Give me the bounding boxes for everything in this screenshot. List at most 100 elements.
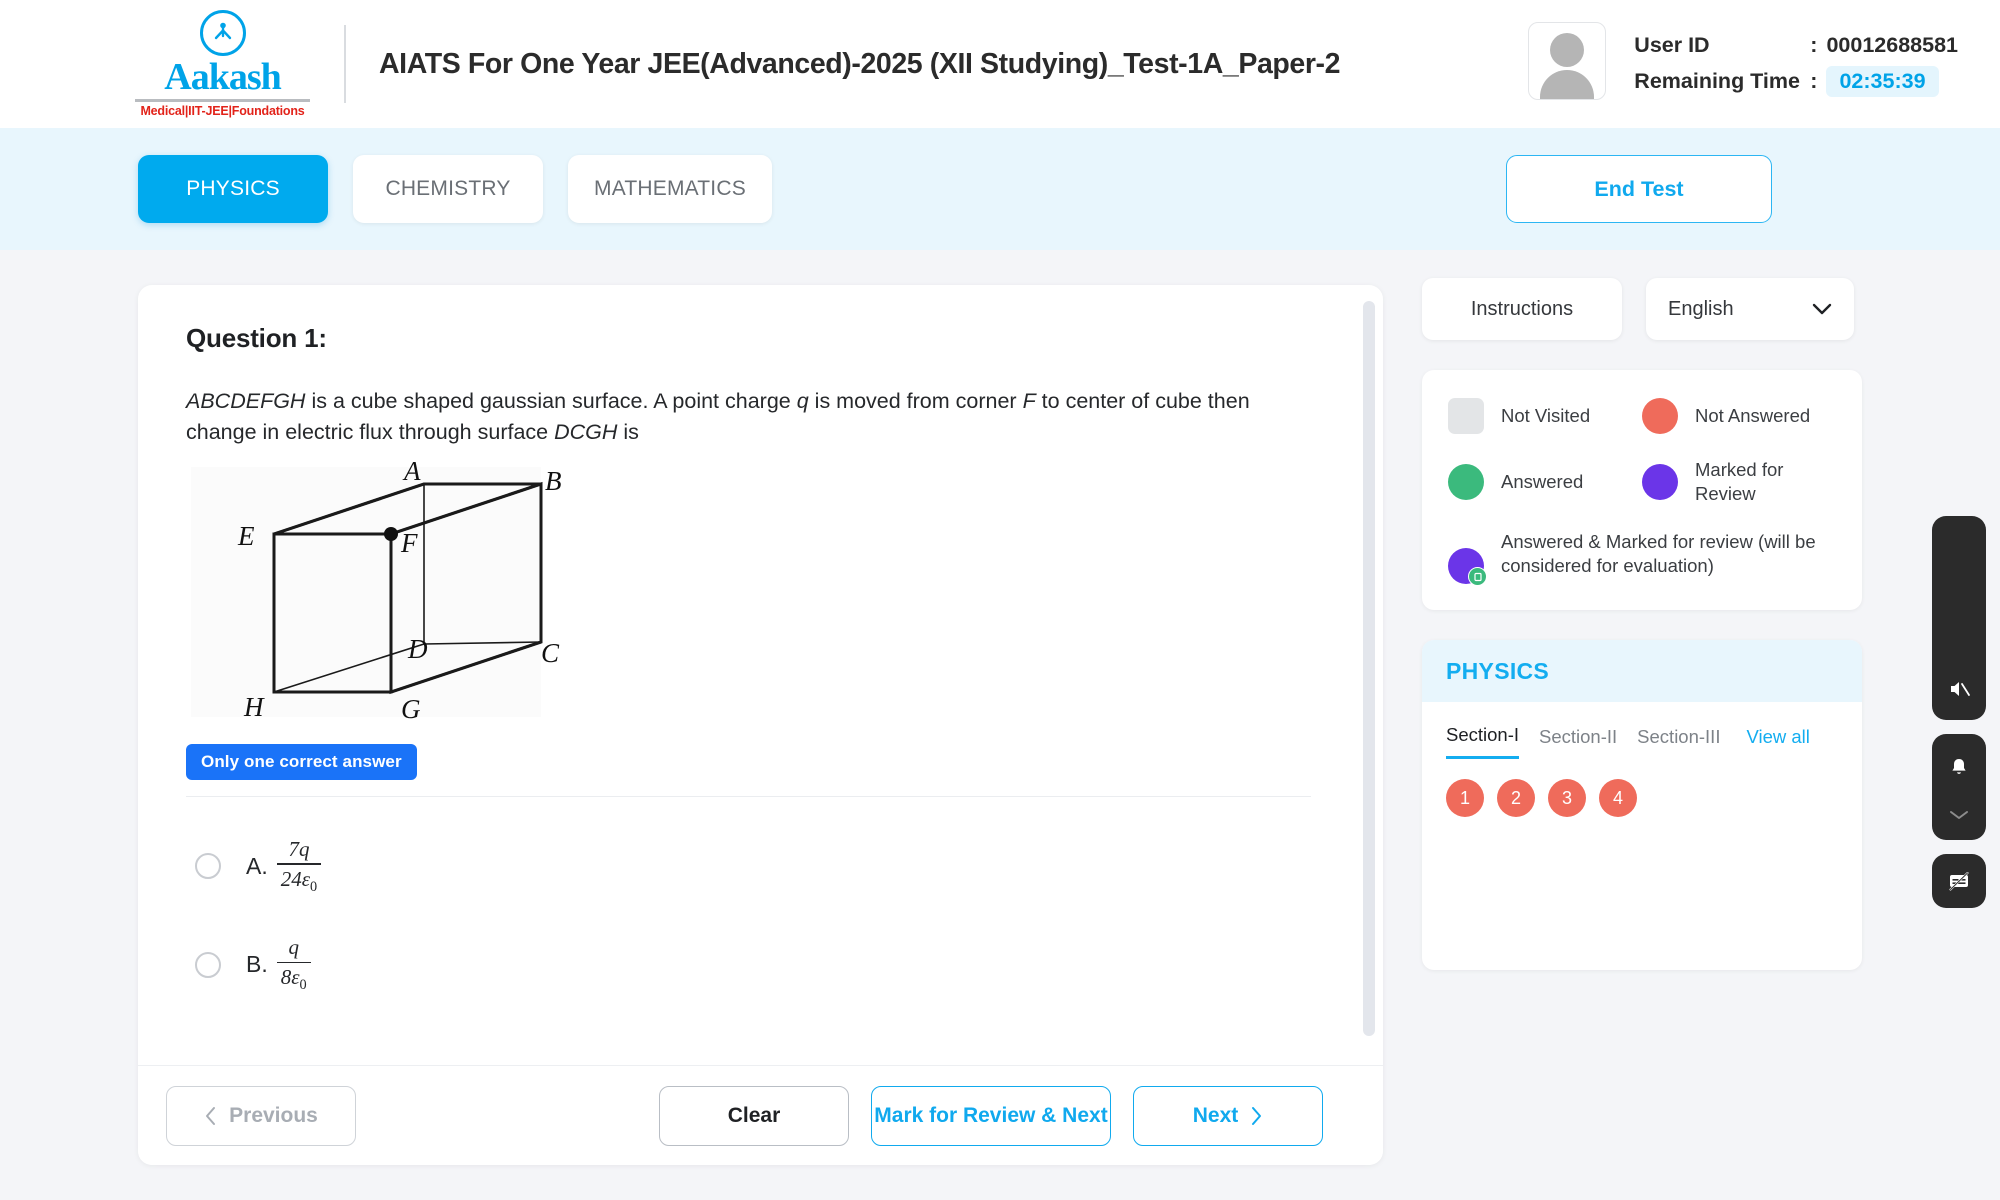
question-number-title: Question 1: [186,323,327,353]
question-text-seg1: is a cube shaped gaussian surface. A poi… [305,389,797,413]
svg-text:F: F [400,528,418,558]
svg-text:E: E [237,521,255,551]
remaining-time-colon: : [1810,68,1818,93]
tab-mathematics[interactable]: MATHEMATICS [568,155,772,223]
legend-answered-marked: Answered & Marked for review (will be co… [1448,530,1836,587]
next-button[interactable]: Next [1133,1085,1323,1146]
option-b-radio[interactable] [195,951,221,978]
tab-physics[interactable]: PHYSICS [138,155,328,223]
question-scrollbar-thumb[interactable] [1363,301,1375,1036]
option-a-numerator: 7q [288,837,310,862]
main-area: Question 1: ABCDEFGH is a cube shaped ga… [0,250,2000,1200]
avatar [1528,22,1607,100]
option-b-fraction-bar [276,961,311,964]
user-id-label: User ID [1634,32,1710,57]
answer-type-badge: Only one correct answer [186,744,417,781]
option-a-denominator: 24ε0 [280,866,318,896]
bell-icon[interactable] [1946,754,1972,780]
question-text-abcdefgh: ABCDEFGH [186,389,306,413]
speaker-muted-icon[interactable] [1946,676,1972,702]
marked-review-swatch-icon [1642,464,1678,501]
not-answered-label: Not Answered [1695,404,1811,426]
marked-review-label: Marked for Review [1695,459,1784,505]
legend-answered: Answered [1448,458,1642,506]
question-palette-card: PHYSICS Section-I Section-II Section-III… [1422,640,1862,971]
user-id-value: 00012688581 [1826,32,1958,57]
avatar-body-icon [1540,69,1595,99]
user-block: User ID : 00012688581 Remaining Time : 0… [1528,22,1958,100]
svg-text:D: D [407,634,428,664]
question-text-seg4: is [617,420,639,445]
subtitles-off-icon[interactable] [1946,868,1972,894]
question-number-1[interactable]: 1 [1446,779,1484,818]
section-tab-1[interactable]: Section-I [1446,724,1520,760]
view-all-link[interactable]: View all [1746,726,1809,758]
section-tab-2[interactable]: Section-II [1539,726,1617,758]
subject-tabs: PHYSICS CHEMISTRY MATHEMATICS [138,155,772,223]
options-divider [186,796,1311,798]
floating-media-toolbar [1932,516,1986,908]
question-number-2[interactable]: 2 [1497,779,1535,818]
right-panel: Instructions English Not Visited Not Ans… [1422,278,1862,971]
question-number-3[interactable]: 3 [1548,779,1586,818]
answered-swatch-icon [1448,464,1484,501]
media-pill-primary [1932,516,1986,720]
legend-not-visited: Not Visited [1448,398,1642,434]
previous-button[interactable]: Previous [166,1085,356,1146]
question-body: Question 1: ABCDEFGH is a cube shaped ga… [138,285,1383,1065]
aakash-emblem-icon [199,10,246,56]
svg-text:H: H [243,692,265,722]
tab-chemistry[interactable]: CHEMISTRY [353,155,543,223]
chevron-right-icon [1252,1106,1262,1125]
question-text-f: F [1022,389,1036,413]
mark-review-next-button[interactable]: Mark for Review & Next [871,1085,1111,1146]
chevron-down-icon[interactable] [1946,802,1972,828]
user-id-colon: : [1810,32,1818,57]
question-card: Question 1: ABCDEFGH is a cube shaped ga… [138,285,1383,1165]
option-b-letter: B. [246,951,268,978]
question-footer-nav: Previous Clear Mark for Review & Next Ne… [138,1065,1383,1165]
remaining-time-row: Remaining Time : 02:35:39 [1634,63,1958,99]
right-panel-top: Instructions English [1422,278,1862,340]
clear-button[interactable]: Clear [659,1085,849,1146]
svg-text:C: C [541,638,560,668]
legend-row-1: Not Visited Not Answered [1448,398,1836,434]
answered-label: Answered [1501,471,1584,493]
not-visited-label: Not Visited [1501,404,1591,426]
answered-marked-badge-icon [1468,567,1487,587]
app-header: Aakash Medical|IIT-JEE|Foundations AIATS… [0,0,2000,128]
point-charge-dot [384,527,398,542]
palette-section-tabs: Section-I Section-II Section-III View al… [1422,702,1862,760]
chevron-down-icon [1812,303,1832,315]
end-test-button[interactable]: End Test [1506,155,1772,223]
avatar-head-icon [1550,32,1585,67]
instructions-button[interactable]: Instructions [1422,278,1622,340]
logo-rule [135,99,310,102]
question-text: ABCDEFGH is a cube shaped gaussian surfa… [186,386,1306,448]
legend-not-answered: Not Answered [1642,398,1836,434]
language-select[interactable]: English [1646,278,1854,340]
option-a[interactable]: A. 7q 24ε0 [186,837,1335,895]
logo-tagline: Medical|IIT-JEE|Foundations [140,104,305,118]
section-tab-3[interactable]: Section-III [1637,726,1720,758]
option-a-value: 7q 24ε0 [276,837,322,896]
subject-tabbar: PHYSICS CHEMISTRY MATHEMATICS End Test [0,128,2000,250]
not-answered-swatch-icon [1642,398,1678,434]
not-visited-swatch-icon [1448,398,1484,434]
next-button-label: Next [1192,1103,1239,1127]
chevron-left-icon [206,1106,216,1125]
question-text-q: q [796,389,809,413]
footer-button-group: Clear Mark for Review & Next Next [659,1085,1323,1146]
status-legend-card: Not Visited Not Answered Answered Marked [1422,370,1862,611]
option-a-radio[interactable] [195,853,221,880]
language-select-value: English [1668,297,1734,320]
option-b-denominator: 8ε0 [280,965,307,994]
svg-text:G: G [401,694,421,722]
previous-button-label: Previous [229,1103,318,1127]
media-pill-secondary [1932,734,1986,840]
question-number-4[interactable]: 4 [1599,779,1637,818]
palette-subject-title: PHYSICS [1422,640,1862,703]
option-b[interactable]: B. q 8ε0 [186,935,1335,993]
option-b-numerator: q [288,935,299,960]
option-a-letter: A. [246,852,268,879]
